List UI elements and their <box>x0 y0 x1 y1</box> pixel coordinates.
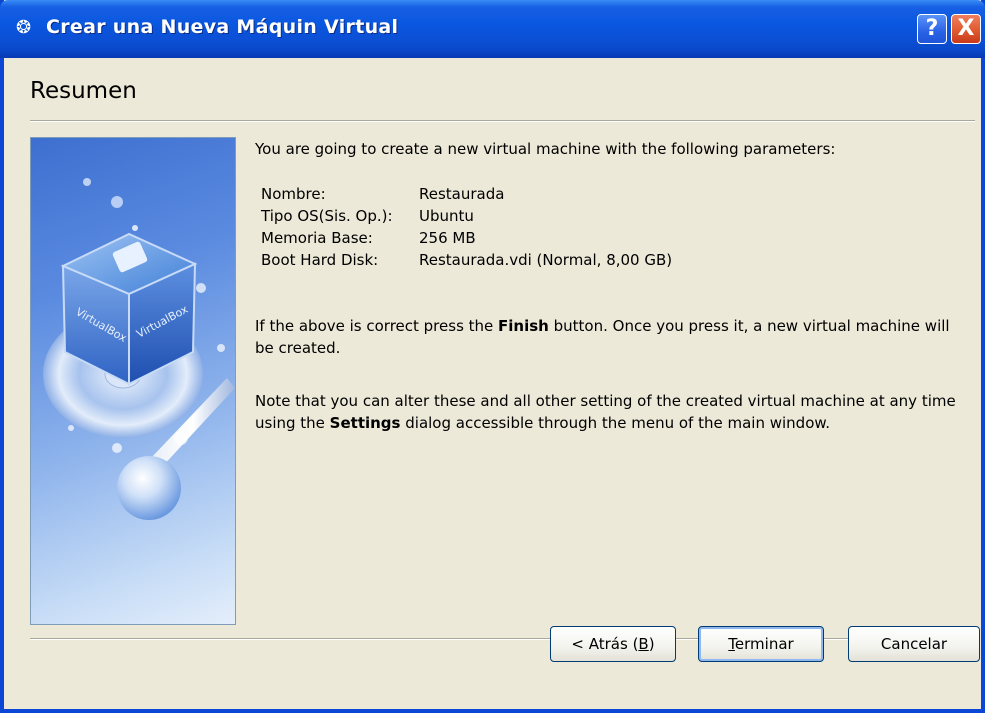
back-label-suffix: ) <box>648 635 655 653</box>
sparkle <box>196 283 206 293</box>
logo-illustration: VirtualBox VirtualBox <box>43 178 235 520</box>
note-text-part: dialog accessible through the menu of th… <box>400 414 831 432</box>
finish-instructions: If the above is correct press the Finish… <box>255 315 955 359</box>
wizard-window: ❂ Crear una Nueva Máquin Virtual ? X Res… <box>0 0 985 713</box>
sparkle <box>83 178 91 186</box>
help-button[interactable]: ? <box>917 14 947 44</box>
finish-text-part: If the above is correct press the <box>255 317 499 335</box>
param-key: Memoria Base: <box>261 229 373 247</box>
param-value: Restaurada <box>419 185 505 203</box>
back-button[interactable]: < Atrás (B) <box>550 626 676 662</box>
window-title: Crear una Nueva Máquin Virtual <box>46 16 399 38</box>
param-value: 256 MB <box>419 229 476 247</box>
sparkle <box>217 344 225 352</box>
finish-button[interactable]: Terminar <box>698 626 824 662</box>
sparkle <box>112 443 122 453</box>
sparkle <box>111 196 123 208</box>
wizard-content: Resumen VirtualBox VirtualBox You are go… <box>4 58 981 709</box>
sparkle <box>174 431 188 445</box>
settings-bold-word: Settings <box>329 414 401 432</box>
param-key: Boot Hard Disk: <box>261 251 379 269</box>
param-key: Nombre: <box>261 185 326 203</box>
bottom-divider <box>30 638 975 640</box>
intro-text: You are going to create a new virtual ma… <box>255 140 836 158</box>
close-button[interactable]: X <box>951 14 981 44</box>
page-title: Resumen <box>30 78 137 104</box>
virtualbox-app-icon: ❂ <box>16 17 32 38</box>
param-value: Restaurada.vdi (Normal, 8,00 GB) <box>419 251 673 269</box>
joystick-ball <box>117 456 181 520</box>
title-bar[interactable]: ❂ Crear una Nueva Máquin Virtual ? X <box>0 0 985 58</box>
param-key: Tipo OS(Sis. Op.): <box>261 207 393 225</box>
settings-note: Note that you can alter these and all ot… <box>255 390 975 434</box>
finish-accelerator-key: T <box>728 635 735 653</box>
cancel-button[interactable]: Cancelar <box>848 626 980 662</box>
back-accelerator-key: B <box>638 635 649 653</box>
back-label-prefix: < Atrás ( <box>571 635 639 653</box>
finish-bold-word: Finish <box>498 317 549 335</box>
sparkle <box>132 225 138 231</box>
virtualbox-logo-image: VirtualBox VirtualBox <box>30 137 236 625</box>
top-divider <box>30 120 975 122</box>
finish-label-rest: erminar <box>734 635 794 653</box>
sparkle <box>68 425 74 431</box>
param-value: Ubuntu <box>419 207 474 225</box>
